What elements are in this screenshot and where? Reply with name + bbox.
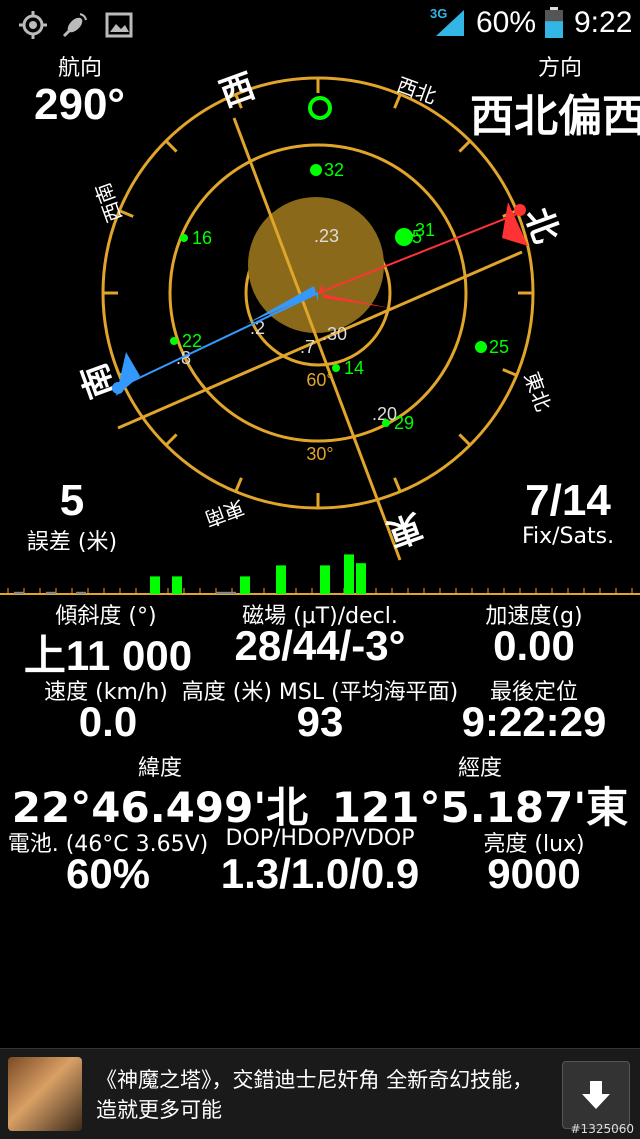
direction-label-southwest: 西南 — [90, 180, 126, 226]
battery-icon — [545, 7, 563, 38]
satellite-25-dot — [475, 341, 487, 353]
accuracy-value: 5 — [59, 476, 85, 525]
satellite-31-label: .31 — [410, 220, 435, 240]
satellite-14-label: 14 — [344, 358, 364, 378]
signal-bar — [320, 565, 330, 594]
magnetic-value: 28/44/-3° — [234, 622, 406, 669]
signal-bar — [344, 554, 354, 594]
satellite-30-label: .30 — [322, 324, 347, 344]
fix-value: 7/14 — [525, 476, 611, 525]
altitude-value: 93 — [296, 698, 344, 745]
signal-bar — [46, 591, 56, 594]
compass-tick — [502, 368, 518, 377]
compass-tick — [164, 139, 178, 153]
compass-tick — [458, 433, 472, 447]
acceleration-value: 0.00 — [493, 622, 575, 669]
battery-percent: 60% — [476, 6, 537, 39]
compass-tick — [164, 433, 178, 447]
south-pointer-line — [119, 292, 319, 388]
direction-label-northeast: 東北 — [519, 369, 555, 415]
satellite-8-label: .8 — [176, 348, 191, 368]
clock: 9:22 — [574, 6, 633, 39]
brightness-value: 9000 — [487, 850, 581, 897]
satellite-dish-icon — [62, 13, 87, 38]
signal-bar — [150, 576, 160, 594]
signal-bar — [76, 591, 86, 594]
direction-label-east: 東 — [382, 505, 428, 554]
satellite-29-label: 29 — [394, 413, 414, 433]
signal-strength-bars — [0, 554, 640, 595]
satellite-22-dot — [170, 337, 178, 345]
image-icon — [105, 12, 133, 38]
battery-value: 60% — [65, 850, 151, 897]
north-pointer-dot — [514, 204, 526, 216]
signal-bar — [216, 591, 226, 594]
compass-tick — [393, 477, 402, 493]
satellite-32-label: 32 — [324, 160, 344, 180]
ad-text[interactable]: 《神魔之塔》，交錯迪士尼奸角 全新奇幻技能，造就更多可能 — [96, 1065, 546, 1125]
ad-banner[interactable]: 《神魔之塔》，交錯迪士尼奸角 全新奇幻技能，造就更多可能 — [0, 1048, 640, 1139]
ad-thumbnail[interactable] — [8, 1057, 82, 1131]
dop-value: 1.3/1.0/0.9 — [220, 850, 420, 897]
zenith-marker — [308, 96, 332, 120]
ring-label: 60° — [306, 370, 333, 390]
signal-icon — [436, 10, 464, 36]
direction-label-northwest: 西北 — [394, 72, 440, 108]
speed-value: 0.0 — [78, 698, 138, 745]
signal-bar — [240, 576, 250, 594]
direction-label-west: 西 — [215, 66, 261, 115]
satellite-14-dot — [332, 364, 340, 372]
satellite-23-label: .23 — [314, 226, 339, 246]
fix-label: Fix/Sats. — [521, 524, 615, 549]
download-arrow-icon — [582, 1081, 610, 1109]
compass-tick — [234, 477, 243, 493]
signal-bar — [226, 591, 236, 594]
compass-tick — [458, 139, 472, 153]
signal-bar — [356, 563, 366, 594]
satellite-7-label: .7 — [300, 337, 315, 357]
dop-label: DOP/HDOP/VDOP — [225, 826, 415, 851]
satellite-16-dot — [180, 234, 188, 242]
satellite-29-dot — [382, 419, 390, 427]
download-button[interactable] — [562, 1061, 630, 1129]
satellite-32-dot — [310, 164, 322, 176]
direction-label-southeast: 東南 — [202, 495, 248, 531]
last-fix-value: 9:22:29 — [461, 698, 607, 745]
ring-labels: 60° 30° — [306, 370, 333, 464]
south-pointer-dot — [112, 382, 124, 394]
satellite-25-label: 25 — [489, 337, 509, 357]
gps-icon — [19, 11, 47, 39]
signal-bar — [14, 591, 24, 594]
watermark: #1325060 — [570, 1122, 635, 1136]
satellite-16-label: 16 — [192, 228, 212, 248]
signal-bar — [172, 576, 182, 594]
ring-label: 30° — [306, 444, 333, 464]
signal-bar — [276, 565, 286, 594]
